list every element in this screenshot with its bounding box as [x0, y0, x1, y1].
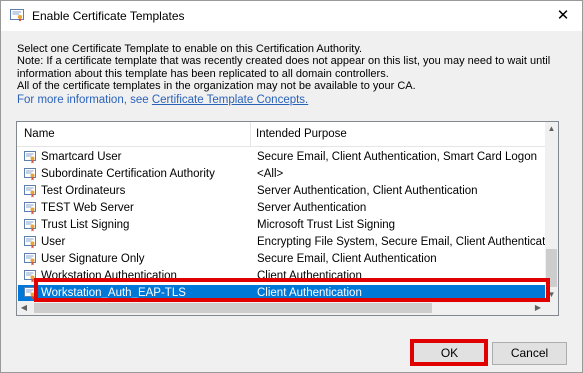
column-header-intended-purpose[interactable]: Intended Purpose	[256, 128, 347, 140]
vertical-scrollbar[interactable]: ▲ ▼	[545, 122, 558, 302]
certificate-template-icon	[24, 202, 36, 215]
certificate-template-icon	[24, 168, 36, 181]
certificate-template-icon	[24, 270, 36, 283]
certificate-template-icon	[24, 151, 36, 164]
template-name: Subordinate Certification Authority	[41, 168, 215, 180]
description-line-4: All of the certificate templates in the …	[17, 79, 416, 92]
column-header-name[interactable]: Name	[24, 128, 55, 140]
column-separator[interactable]	[250, 122, 251, 146]
ok-button[interactable]: OK	[412, 342, 487, 365]
certificate-icon	[10, 9, 24, 22]
template-name: Workstation_Auth_EAP-TLS	[41, 287, 186, 299]
template-name: User Signature Only	[41, 253, 145, 265]
list-header: Name Intended Purpose	[17, 122, 546, 147]
scroll-up-icon[interactable]: ▲	[545, 122, 558, 136]
description-line-3: information about this template has been…	[17, 67, 389, 80]
certificate-template-icon	[24, 253, 36, 266]
list-item[interactable]: User Encrypting File System, Secure Email…	[18, 234, 558, 251]
close-icon: ✕	[556, 7, 570, 24]
list-item[interactable]: Subordinate Certification Authority <All>	[18, 166, 546, 183]
horizontal-scrollbar[interactable]: ◀ ▶	[17, 301, 558, 315]
list-item[interactable]: Test Ordinateurs Server Authentication, C…	[18, 183, 546, 200]
template-name: TEST Web Server	[41, 202, 134, 214]
template-name: Test Ordinateurs	[41, 185, 126, 197]
certificate-template-icon	[24, 287, 36, 300]
scroll-right-icon[interactable]: ▶	[531, 301, 545, 315]
certificate-templates-list[interactable]: Name Intended Purpose Smartcard User Secu…	[16, 121, 559, 316]
template-intended-purpose: Server Authentication	[257, 202, 367, 214]
title-bar: Enable Certificate Templates ✕	[1, 1, 582, 31]
template-intended-purpose: Server Authentication, Client Authentica…	[257, 185, 478, 197]
scroll-left-icon[interactable]: ◀	[17, 301, 31, 315]
list-item[interactable]: User Signature Only Secure Email, Client …	[18, 251, 546, 268]
template-name: User	[41, 236, 66, 248]
description: Select one Certificate Template to enabl…	[17, 43, 573, 106]
template-intended-purpose: <All>	[257, 168, 284, 180]
more-info-line: For more information, see Certificate Te…	[17, 94, 573, 106]
template-intended-purpose: Secure Email, Client Authentication	[257, 253, 437, 265]
template-intended-purpose: Encrypting File System, Secure Email, Cl…	[257, 236, 559, 248]
list-item[interactable]: Workstation_Auth_EAP-TLS Client Authentic…	[18, 285, 546, 302]
template-intended-purpose: Microsoft Trust List Signing	[257, 219, 396, 231]
template-intended-purpose: Secure Email, Client Authentication, Sma…	[257, 151, 537, 163]
description-line-2: Note: If a certificate template that was…	[17, 55, 551, 68]
close-button[interactable]: ✕	[550, 3, 576, 29]
template-name: Workstation Authentication	[41, 270, 177, 282]
list-item[interactable]: Workstation Authentication Client Authent…	[18, 268, 546, 285]
template-intended-purpose: Client Authentication	[257, 270, 362, 282]
more-info-prefix: For more information, see	[17, 94, 152, 107]
description-line-1: Select one Certificate Template to enabl…	[17, 43, 363, 55]
vertical-scroll-thumb[interactable]	[546, 249, 557, 287]
enable-certificate-templates-dialog: Enable Certificate Templates ✕ Select on…	[0, 0, 583, 373]
cancel-button[interactable]: Cancel	[492, 342, 567, 365]
list-item[interactable]: TEST Web Server Server Authentication	[18, 200, 546, 217]
certificate-template-icon	[24, 236, 36, 249]
template-intended-purpose: Client Authentication	[257, 287, 362, 299]
horizontal-scroll-thumb[interactable]	[34, 303, 432, 313]
scroll-down-icon[interactable]: ▼	[545, 288, 558, 302]
certificate-template-concepts-link[interactable]: Certificate Template Concepts.	[152, 94, 308, 106]
list-item[interactable]: Trust List Signing Microsoft Trust List S…	[18, 217, 546, 234]
list-item[interactable]: Smartcard User Secure Email, Client Authe…	[18, 149, 546, 166]
certificate-template-icon	[24, 219, 36, 232]
certificate-template-icon	[24, 185, 36, 198]
template-name: Trust List Signing	[41, 219, 130, 231]
dialog-title: Enable Certificate Templates	[32, 9, 185, 23]
template-name: Smartcard User	[41, 151, 122, 163]
